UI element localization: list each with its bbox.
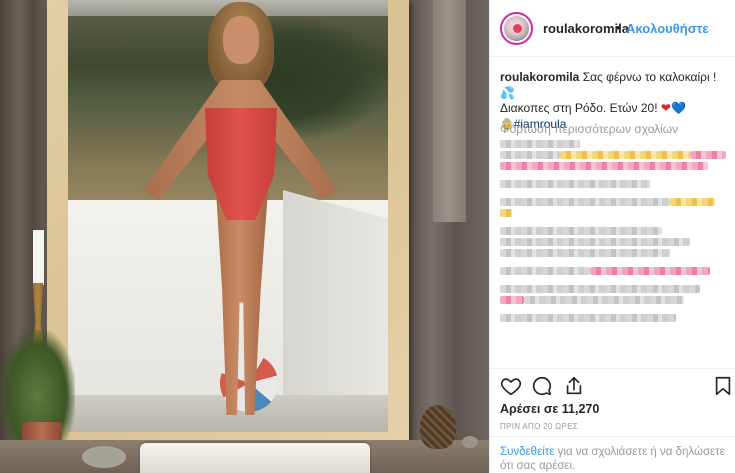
share-icon[interactable] bbox=[563, 375, 585, 397]
candle bbox=[33, 230, 44, 285]
post-timestamp[interactable]: ΠΡΙΝ ΑΠΟ 20 ΩΡΕΣ bbox=[500, 422, 578, 431]
sweat-drops-icon: 💦 bbox=[500, 85, 515, 100]
framed-photo bbox=[68, 0, 388, 432]
red-heart-icon: ❤ bbox=[660, 101, 671, 115]
profile-picture bbox=[504, 16, 529, 41]
post-sidebar: roulakoromila • Ακολουθήστε roulakoromil… bbox=[489, 0, 735, 473]
follow-button[interactable]: Ακολουθήστε bbox=[626, 21, 709, 36]
caption-username[interactable]: roulakoromila bbox=[500, 70, 579, 84]
login-prompt: Συνδεθείτε για να σχολιάσετε ή να δηλώσε… bbox=[500, 445, 730, 473]
likes-count[interactable]: Αρέσει σε 11,270 bbox=[500, 402, 599, 416]
comment-icon[interactable] bbox=[531, 375, 553, 397]
action-bar bbox=[490, 368, 735, 398]
comment-pixelated bbox=[500, 267, 726, 275]
heart-icon[interactable] bbox=[500, 375, 522, 397]
bookmark-icon[interactable] bbox=[712, 375, 734, 397]
open-book bbox=[140, 443, 370, 473]
caption-text: Σας φέρνω το καλοκαίρι ! bbox=[582, 70, 717, 84]
comment-pixelated bbox=[500, 238, 690, 246]
comment-pixelated bbox=[500, 227, 662, 235]
caption-line-2: Διακοπες στη Ρόδο. Ετών 20! bbox=[500, 101, 658, 115]
comment-pixelated bbox=[500, 151, 726, 159]
comment-pixelated bbox=[500, 296, 726, 304]
comment-pixelated bbox=[500, 180, 650, 188]
login-link[interactable]: Συνδεθείτε bbox=[500, 446, 554, 458]
separator-dot: • bbox=[616, 20, 621, 35]
pinecone bbox=[420, 405, 456, 449]
comment-pixelated bbox=[500, 249, 670, 257]
comments-list bbox=[500, 140, 726, 325]
wall-panel bbox=[433, 0, 466, 222]
avatar[interactable] bbox=[500, 12, 533, 45]
comment-pixelated bbox=[500, 209, 512, 217]
post-header: roulakoromila • Ακολουθήστε bbox=[490, 0, 735, 57]
post-photo[interactable] bbox=[0, 0, 489, 473]
comment-pixelated bbox=[500, 314, 676, 322]
load-more-comments[interactable]: Φόρτωση περισσότερων σχολίων bbox=[500, 122, 678, 136]
blue-heart-icon: 💙 bbox=[670, 101, 686, 115]
comment-pixelated bbox=[500, 285, 700, 293]
comment-pixelated bbox=[500, 140, 580, 148]
comment-pixelated bbox=[500, 198, 726, 206]
comment-pixelated bbox=[500, 162, 708, 170]
